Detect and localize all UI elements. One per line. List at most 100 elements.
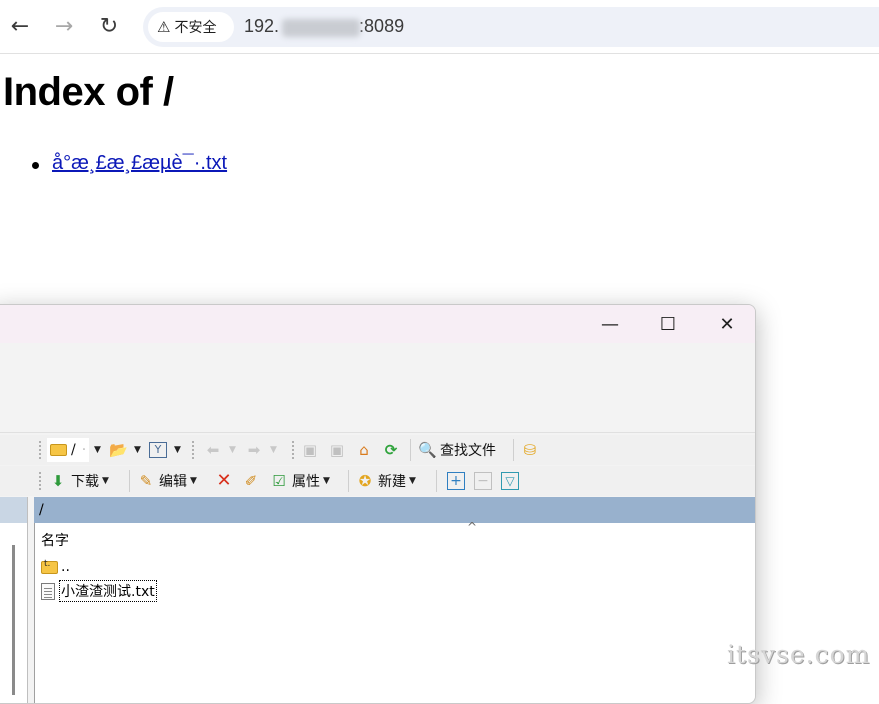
home-button[interactable]: ⌂: [355, 438, 377, 462]
collapse-button[interactable]: −: [474, 469, 496, 493]
folder-tree-icon: ⛁: [523, 441, 537, 459]
page-title: Index of /: [3, 70, 174, 114]
local-pane: [0, 497, 28, 703]
parent-folder-icon: [41, 559, 58, 574]
back-button[interactable]: ←: [4, 10, 36, 42]
toolbar-grip: [292, 441, 295, 459]
browser-toolbar: ← → ↻ ⚠ 不安全 192. :8089: [0, 0, 879, 54]
toolbar-separator: [348, 470, 349, 492]
delete-x-icon: ✕: [216, 470, 232, 491]
security-label: 不安全: [174, 20, 217, 36]
chevron-down-icon: ▼: [323, 476, 330, 486]
arrow-right-icon: ➡: [247, 441, 261, 459]
text-file-icon: [41, 582, 55, 600]
scrollbar[interactable]: [12, 545, 15, 695]
minus-icon: −: [474, 472, 492, 490]
arrow-left-icon: ⬅: [206, 441, 220, 459]
toolbar-separator: [436, 470, 437, 492]
chevron-down-icon: ▼: [174, 445, 181, 455]
back-nav-button[interactable]: ⬅ ▼: [204, 438, 236, 462]
refresh-icon: ⟳: [384, 441, 398, 459]
properties-button[interactable]: ☑ 属性 ▼: [270, 469, 330, 493]
toolbar-grip: [39, 441, 42, 459]
download-button[interactable]: ⬇ 下载 ▼: [49, 469, 109, 493]
new-label: 新建: [378, 474, 406, 490]
forward-button[interactable]: →: [48, 10, 80, 42]
forward-nav-button[interactable]: ➡ ▼: [245, 438, 277, 462]
remote-path-bar: /: [34, 497, 755, 523]
chevron-down-icon: ▼: [409, 476, 416, 486]
path-combo-value: /: [71, 442, 76, 458]
url-redaction: [282, 19, 360, 37]
chevron-down-icon: ▼: [102, 476, 109, 486]
file-link[interactable]: å°æ¸£æ¸£æµè¯·.txt: [52, 152, 227, 174]
chevron-down-icon: ▼: [134, 445, 141, 455]
refresh-button[interactable]: ⟳: [382, 438, 404, 462]
minimize-button[interactable]: —: [590, 309, 630, 339]
remote-file-pane: ^ 名字 .. 小渣渣测试.txt: [34, 520, 755, 703]
chevron-down-icon: ▼: [190, 476, 197, 486]
folder-icon: [50, 444, 67, 456]
warning-triangle-icon: ⚠: [157, 18, 171, 36]
window-titlebar[interactable]: — ☐ ✕: [0, 305, 755, 343]
root-folder-button[interactable]: ▣: [328, 438, 350, 462]
watermark: itsvse.com: [727, 640, 871, 669]
edit-icon: ✎: [139, 472, 153, 490]
home-icon: ⌂: [359, 441, 369, 459]
column-header-name[interactable]: 名字: [41, 530, 69, 550]
toolbar-navigation: / · ▼ 📂 ▼ Y ▼ ⬅ ▼ ➡ ▼ ▣ ▣ ⌂ ⟳ 🔍 查找文件 ⛁: [0, 435, 755, 465]
magnifier-icon: 🔍: [418, 441, 437, 459]
toolbar-actions: ⬇ 下载 ▼ ✎ 编辑 ▼ ✕ ✐ ☑ 属性 ▼ ✪ 新建 ▼ + − ▽: [0, 466, 755, 496]
expand-button[interactable]: +: [447, 469, 469, 493]
security-chip[interactable]: ⚠ 不安全: [148, 12, 234, 42]
url-prefix: 192.: [244, 16, 280, 36]
entry-name: 小渣渣测试.txt: [59, 580, 157, 602]
path-dropdown-button[interactable]: ▼: [91, 438, 101, 462]
plus-icon: +: [447, 472, 465, 490]
entry-name: ..: [61, 559, 70, 575]
open-folder-icon: 📂: [109, 441, 128, 459]
list-item: å°æ¸£æ¸£æµè¯·.txt: [32, 152, 227, 175]
download-icon: ⬇: [51, 472, 65, 490]
menu-area: [0, 343, 755, 433]
properties-label: 属性: [292, 474, 320, 490]
open-folder-button[interactable]: 📂 ▼: [109, 438, 141, 462]
toolbar-grip: [192, 441, 195, 459]
address-bar[interactable]: ⚠ 不安全 192. :8089: [143, 7, 879, 47]
parent-folder-button[interactable]: ▣: [301, 438, 323, 462]
file-list: å°æ¸£æ¸£æµè¯·.txt: [32, 152, 227, 175]
new-button[interactable]: ✪ 新建 ▼: [356, 469, 416, 493]
toolbar-grip: [39, 472, 42, 490]
folder-root-icon: ▣: [329, 441, 345, 459]
filter-button[interactable]: Y ▼: [149, 438, 181, 462]
tree-view-button[interactable]: ⛁: [521, 438, 543, 462]
chevron-down-icon: ▼: [229, 445, 236, 455]
find-files-label: 查找文件: [440, 443, 496, 459]
funnel-icon: ▽: [501, 472, 519, 490]
maximize-button[interactable]: ☐: [648, 309, 688, 339]
filter-icon: Y: [149, 442, 167, 458]
rename-icon: ✐: [244, 472, 258, 490]
edit-label: 编辑: [159, 474, 187, 490]
url-suffix: :8089: [359, 16, 405, 36]
local-pane-header: [0, 497, 27, 523]
delete-button[interactable]: ✕: [215, 469, 237, 493]
sort-caret-icon: ^: [467, 520, 478, 534]
ftp-client-window: — ☐ ✕ / · ▼ 📂 ▼ Y ▼ ⬅ ▼ ➡ ▼ ▣ ▣ ⌂ ⟳ 🔍 查找…: [0, 304, 756, 704]
close-button[interactable]: ✕: [707, 309, 747, 339]
folder-up-icon: ▣: [302, 441, 318, 459]
select-filter-button[interactable]: ▽: [501, 469, 523, 493]
chevron-down-icon: ▼: [270, 445, 277, 455]
path-combo[interactable]: / ·: [47, 438, 90, 462]
edit-button[interactable]: ✎ 编辑 ▼: [137, 469, 197, 493]
list-item[interactable]: 小渣渣测试.txt: [41, 580, 157, 602]
toolbar-separator: [129, 470, 130, 492]
toolbar-separator: [513, 439, 514, 461]
rename-button[interactable]: ✐: [242, 469, 264, 493]
properties-icon: ☑: [272, 472, 286, 490]
toolbar-separator: [410, 439, 411, 461]
find-files-button[interactable]: 🔍 查找文件: [418, 438, 496, 462]
new-folder-icon: ✪: [358, 472, 372, 490]
list-item[interactable]: ..: [41, 557, 70, 577]
reload-button[interactable]: ↻: [93, 10, 125, 42]
